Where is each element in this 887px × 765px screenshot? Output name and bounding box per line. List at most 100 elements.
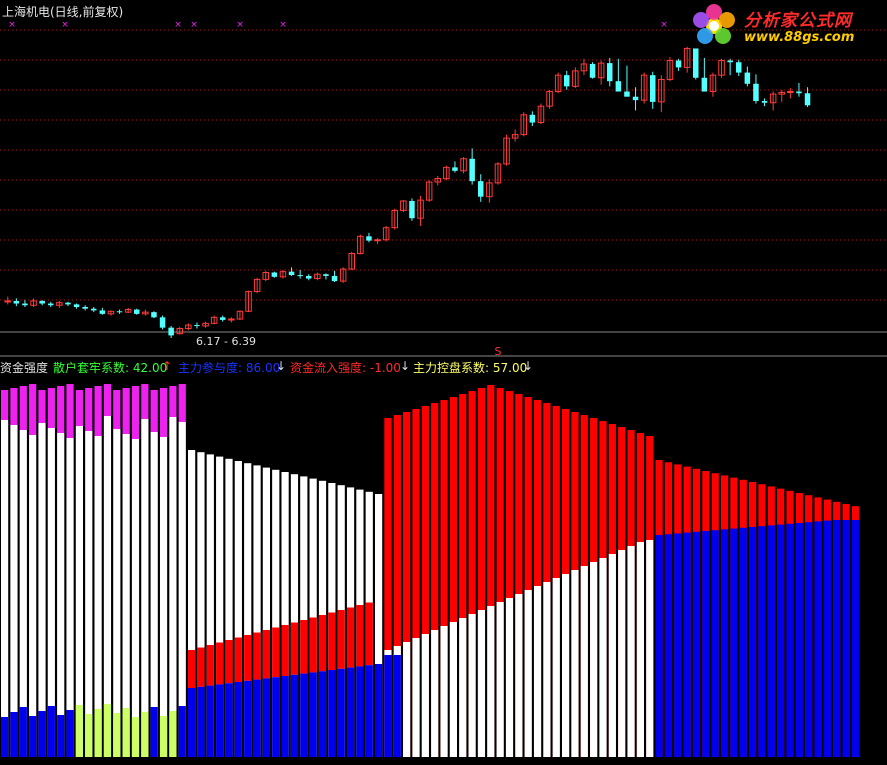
bar-blue — [262, 678, 270, 757]
bar-magenta — [103, 384, 112, 416]
bar-blue — [842, 520, 850, 757]
bar-white — [496, 602, 504, 757]
bar-blue — [814, 521, 822, 757]
bar-magenta — [113, 390, 121, 429]
legend-fund-inflow: 资金流入强度: -1.00 — [290, 361, 401, 375]
bar-white — [562, 574, 570, 757]
signal-mark-icon: × — [279, 20, 287, 30]
bar-low — [159, 716, 168, 757]
candle-body — [48, 303, 54, 306]
candle-body — [73, 304, 80, 307]
bar-blue — [281, 676, 289, 757]
candle-body — [331, 275, 338, 282]
bar-low — [113, 713, 121, 757]
candle-body — [409, 200, 415, 219]
bar-red — [337, 610, 345, 669]
candle-body — [650, 75, 656, 102]
bar-white — [431, 630, 439, 757]
bar-white — [57, 433, 65, 757]
bar-low — [131, 717, 140, 757]
candle-body — [761, 101, 768, 103]
legend-retail-trapped: 散户套牢系数: 42.00 — [53, 361, 168, 375]
bar-red — [309, 617, 317, 673]
bar-blue — [730, 528, 738, 757]
bar-white — [533, 586, 542, 757]
candle-body — [607, 63, 613, 82]
signal-mark-icon: × — [61, 20, 69, 30]
bar-blue — [786, 523, 794, 757]
bar-magenta — [178, 384, 186, 422]
candle-body — [297, 275, 303, 277]
candle-body — [564, 75, 570, 87]
bar-blue — [253, 679, 261, 757]
bar-blue — [664, 534, 673, 757]
bar-blue — [356, 666, 364, 757]
price-range-label: 6.17 - 6.39 — [196, 335, 256, 348]
bar-magenta — [94, 386, 102, 436]
bar-white — [515, 594, 523, 757]
bar-magenta — [141, 384, 149, 419]
bar-magenta — [1, 390, 9, 420]
bar-white — [159, 437, 168, 757]
bar-low — [38, 711, 46, 757]
bar-white — [10, 425, 18, 757]
candle-body — [116, 311, 123, 313]
bar-white — [421, 634, 429, 757]
bar-red — [206, 645, 214, 686]
bar-blue — [309, 672, 317, 757]
signal-mark-icon: × — [174, 20, 182, 30]
bar-low — [103, 704, 112, 757]
bar-blue — [655, 535, 663, 757]
bar-blue — [749, 527, 757, 757]
candle-body — [744, 72, 751, 84]
candle-body — [701, 77, 708, 92]
bar-blue — [300, 673, 308, 757]
bar-white — [487, 606, 495, 757]
bar-magenta — [57, 386, 65, 433]
bar-blue — [692, 531, 701, 757]
bar-blue — [758, 526, 766, 757]
bar-red — [188, 650, 196, 688]
bar-red — [244, 635, 252, 681]
bar-magenta — [159, 388, 168, 437]
candle-body — [13, 300, 20, 304]
bar-blue — [702, 531, 710, 757]
bar-magenta — [169, 386, 177, 417]
bar-low — [75, 705, 83, 757]
bar-low — [169, 711, 177, 757]
bar-low — [1, 717, 9, 757]
candle-body — [194, 325, 200, 327]
bar-white — [646, 540, 654, 757]
candle-body — [478, 181, 484, 197]
legend-retail-arrow-icon: ↑ — [162, 359, 173, 373]
bar-red — [262, 630, 270, 679]
bar-blue — [393, 655, 401, 757]
candle-body — [693, 48, 699, 78]
bar-low — [57, 715, 65, 757]
bar-white — [141, 419, 149, 757]
bar-red — [253, 632, 261, 680]
bar-red — [216, 642, 224, 685]
bar-low — [85, 714, 93, 757]
bar-low — [141, 712, 149, 757]
bar-white — [1, 420, 9, 757]
bar-blue — [851, 520, 860, 757]
bar-blue — [365, 665, 373, 757]
bar-blue — [720, 529, 729, 757]
candle-body — [796, 91, 802, 94]
bar-white — [29, 435, 37, 757]
bar-white — [403, 642, 411, 757]
candle-body — [736, 62, 742, 73]
bar-blue — [739, 527, 747, 757]
bar-white — [113, 429, 121, 757]
candle-body — [151, 312, 157, 318]
candle-body — [469, 158, 475, 182]
chart-title: 上海机电(日线,前复权) — [2, 5, 124, 19]
bar-white — [449, 622, 457, 757]
bar-white — [468, 614, 476, 757]
candle-body — [65, 302, 71, 305]
bar-blue — [216, 684, 224, 757]
bar-white — [94, 436, 102, 757]
bar-magenta — [75, 390, 83, 426]
bar-red — [272, 627, 280, 678]
